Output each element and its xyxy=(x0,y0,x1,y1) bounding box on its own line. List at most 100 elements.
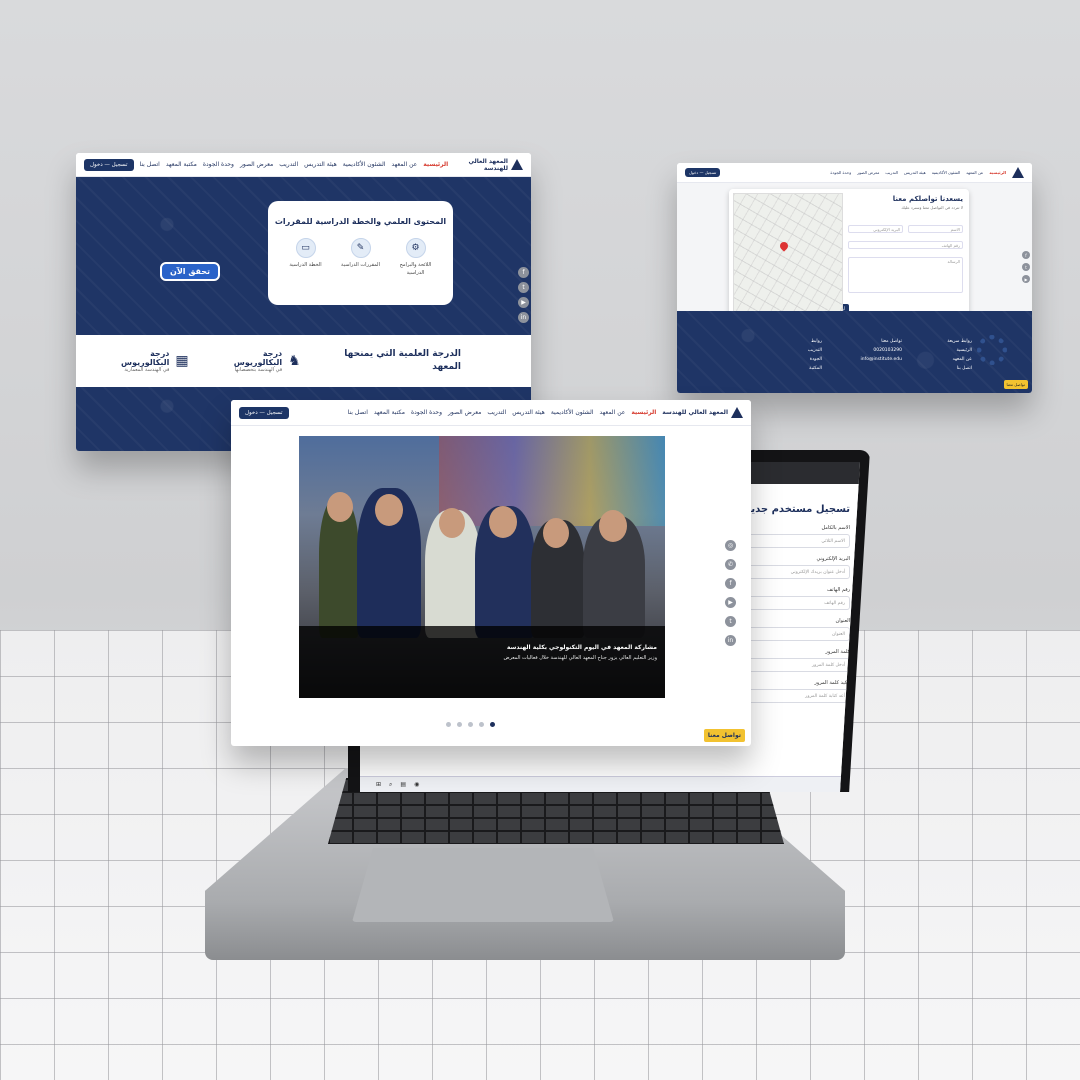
site-footer: روابط سريعة الرئيسية عن المعهد اتصل بنا … xyxy=(677,311,1032,393)
course-item-plan[interactable]: ▭ الخطة الدراسية xyxy=(283,238,329,277)
nav-item-academic[interactable]: الشئون الأكاديمية xyxy=(932,170,960,175)
logo-text: المعهد العالي للهندسة xyxy=(468,157,508,172)
course-item-label: الخطة الدراسية xyxy=(289,262,322,268)
book-icon: ✎ xyxy=(350,238,371,258)
nav-item-academic[interactable]: الشئون الأكاديمية xyxy=(343,161,386,168)
nav-item-home[interactable]: الرئيسية xyxy=(989,170,1006,175)
verify-now-button[interactable]: تحقق الآن xyxy=(160,262,221,281)
message-field[interactable]: الرسالة xyxy=(848,257,963,293)
linkedin-icon[interactable]: in xyxy=(725,635,736,646)
footer-heading: روابط سريعة xyxy=(947,339,972,344)
nav-item-training[interactable]: التدريب xyxy=(279,161,298,168)
footer-link[interactable]: المكتبة xyxy=(808,364,822,373)
facebook-icon[interactable]: f xyxy=(725,578,736,589)
person-head xyxy=(599,510,627,542)
course-item-regulations[interactable]: ⚙ اللائحة والبرامج الدراسية xyxy=(393,238,439,277)
nav-item-gallery[interactable]: معرض الصور xyxy=(857,170,879,175)
nav-item-about[interactable]: عن المعهد xyxy=(600,409,626,416)
person-head xyxy=(489,506,517,538)
facebook-icon[interactable]: f xyxy=(518,267,529,278)
course-item-courses[interactable]: ✎ المقررات الدراسية xyxy=(338,238,384,277)
footer-link[interactable]: عن المعهد xyxy=(947,355,972,364)
nav-item-faculty[interactable]: هيئة التدريس xyxy=(304,161,337,168)
nav-item-training[interactable]: التدريب xyxy=(487,409,506,416)
caption-title: مشاركة المعهد في اليوم التكنولوجي بكلية … xyxy=(506,644,657,651)
gear-icon xyxy=(977,335,1007,365)
folder-icon[interactable]: ▤ xyxy=(400,781,406,788)
slider-dot[interactable] xyxy=(468,722,473,727)
slider-dot[interactable] xyxy=(446,722,451,727)
nav-item-faculty[interactable]: هيئة التدريس xyxy=(512,409,545,416)
nav-item-quality[interactable]: وحدة الجودة xyxy=(411,409,442,416)
nav-item-about[interactable]: عن المعهد xyxy=(966,170,983,175)
gear-icon: ⚙ xyxy=(405,238,426,258)
slider-dot[interactable] xyxy=(479,722,484,727)
site-logo[interactable]: المعهد العالي للهندسة xyxy=(662,407,743,418)
news-slider-image[interactable]: مشاركة المعهد في اليوم التكنولوجي بكلية … xyxy=(299,436,665,698)
footer-email[interactable]: info@institute.edu xyxy=(861,355,902,364)
nav-item-contact[interactable]: اتصل بنا xyxy=(348,409,368,416)
degree-name: درجة البكالوريوس xyxy=(233,349,283,367)
youtube-icon[interactable]: ▶ xyxy=(518,297,529,308)
name-field[interactable]: الاسم xyxy=(908,225,963,233)
courses-hero-section: المحتوى العلمي والخطة الدراسية للمقررات … xyxy=(76,177,531,335)
nav-item-contact[interactable]: اتصل بنا xyxy=(140,161,160,168)
nav-item-quality[interactable]: وحدة الجودة xyxy=(830,170,851,175)
contact-page-panel: الرئيسية عن المعهد الشئون الأكاديمية هيئ… xyxy=(677,163,1032,393)
footer-heading: تواصل معنا xyxy=(881,339,902,344)
linkedin-icon[interactable]: in xyxy=(518,312,529,323)
facebook-icon[interactable]: f xyxy=(1022,251,1030,259)
browser-icon[interactable]: ◉ xyxy=(414,781,419,788)
windows-start-icon[interactable]: ⊞ xyxy=(376,781,381,788)
search-icon[interactable]: ⌕ xyxy=(389,781,392,789)
site-logo[interactable] xyxy=(1012,167,1024,178)
twitter-icon[interactable]: t xyxy=(518,282,529,293)
logo-triangle-icon xyxy=(1012,167,1024,178)
twitter-icon[interactable]: t xyxy=(725,616,736,627)
top-navbar: الرئيسية عن المعهد الشئون الأكاديمية هيئ… xyxy=(677,163,1032,183)
contact-section: يسعدنا تواصلكم معنا لا تتردد في التواصل … xyxy=(677,183,1032,319)
login-register-button[interactable]: تسجيل — دخول xyxy=(685,168,721,177)
nav-item-quality[interactable]: وحدة الجودة xyxy=(203,161,234,168)
footer-link[interactable]: اتصل بنا xyxy=(947,364,972,373)
whatsapp-icon[interactable]: ✆ xyxy=(725,559,736,570)
footer-link[interactable]: الرئيسية xyxy=(947,346,973,355)
news-slider-panel: المعهد العالي للهندسة الرئيسية عن المعهد… xyxy=(231,400,751,746)
nav-item-gallery[interactable]: معرض الصور xyxy=(448,409,481,416)
instagram-icon[interactable]: ◎ xyxy=(725,540,736,551)
top-navbar: المعهد العالي للهندسة الرئيسية عن المعهد… xyxy=(231,400,751,426)
site-logo[interactable]: المعهد العالي للهندسة xyxy=(454,158,523,172)
nav-item-academic[interactable]: الشئون الأكاديمية xyxy=(551,409,594,416)
nav-item-home[interactable]: الرئيسية xyxy=(423,161,448,168)
footer-link[interactable]: الجودة xyxy=(808,355,822,364)
email-field[interactable]: البريد الإلكتروني xyxy=(848,225,903,233)
slider-dot[interactable] xyxy=(457,722,462,727)
exhibition-booth-backdrop xyxy=(439,436,665,526)
contact-us-badge[interactable]: تواصل معنا xyxy=(703,729,745,742)
phone-field[interactable]: رقم الهاتف xyxy=(848,241,963,249)
chat-badge[interactable]: تواصل معنا xyxy=(1003,380,1028,389)
degrees-section: الدرجة العلمية التي يمنحها المعهد ♞ درجة… xyxy=(76,335,531,387)
youtube-icon[interactable]: ▶ xyxy=(725,597,736,608)
login-register-button[interactable]: تسجيل — دخول xyxy=(239,406,289,419)
location-map[interactable] xyxy=(733,193,843,313)
degrees-title: الدرجة العلمية التي يمنحها المعهد xyxy=(344,349,461,372)
nav-item-gallery[interactable]: معرض الصور xyxy=(240,161,273,168)
nav-item-faculty[interactable]: هيئة التدريس xyxy=(904,170,926,175)
login-register-button[interactable]: تسجيل — دخول xyxy=(84,158,134,171)
twitter-icon[interactable]: t xyxy=(1022,263,1030,271)
graduate-icon: ♞ xyxy=(288,353,301,369)
nav-item-training[interactable]: التدريب xyxy=(885,170,898,175)
courses-card-title: المحتوى العلمي والخطة الدراسية للمقررات xyxy=(274,217,447,226)
os-taskbar: ⊞ ⌕ ▤ ◉ xyxy=(360,776,860,792)
nav-item-library[interactable]: مكتبة المعهد xyxy=(374,409,405,416)
nav-item-about[interactable]: عن المعهد xyxy=(391,161,417,168)
slider-dot-active[interactable] xyxy=(490,722,495,727)
youtube-icon[interactable]: ▶ xyxy=(1022,275,1030,283)
nav-item-library[interactable]: مكتبة المعهد xyxy=(166,161,197,168)
footer-link[interactable]: التدريب xyxy=(808,346,822,355)
contact-form-card: يسعدنا تواصلكم معنا لا تتردد في التواصل … xyxy=(729,189,969,319)
nav-item-home[interactable]: الرئيسية xyxy=(631,409,656,416)
degree-item: ▦ درجة البكالوريوس في الهندسة المعمارية xyxy=(116,349,189,373)
social-sidebar: f t ▶ in xyxy=(518,267,529,323)
